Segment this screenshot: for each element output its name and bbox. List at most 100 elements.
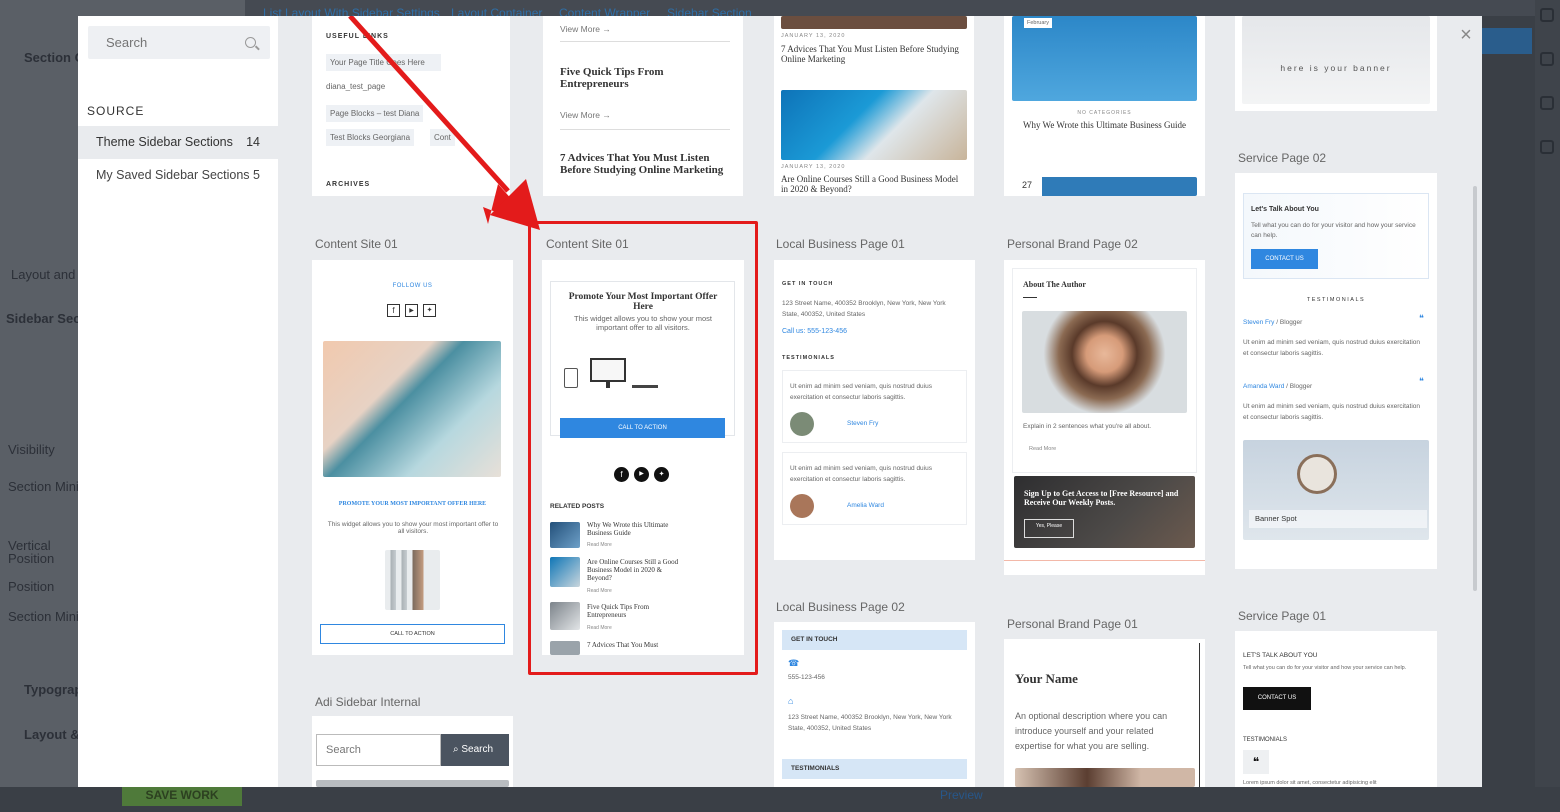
source-item-count: 5 <box>253 168 260 182</box>
sidebar-template-modal: SOURCE Theme Sidebar Sections 14 My Save… <box>78 16 1482 787</box>
post-title: 7 Advices That You Must Listen Before St… <box>781 44 959 64</box>
clock-icon <box>1297 454 1337 494</box>
your-name-heading: Your Name <box>1015 671 1078 686</box>
search-icon: ⌕ <box>453 744 459 755</box>
brush-icon <box>1540 96 1554 110</box>
source-my-saved-sidebar-sections[interactable]: My Saved Sidebar Sections 5 <box>78 159 278 192</box>
testimonial-role: / Blogger <box>1286 383 1313 390</box>
template-card-top-4[interactable]: February NO CATEGORIES Why We Wrote this… <box>1004 16 1205 196</box>
category-tag: NO CATEGORIES <box>1077 110 1132 116</box>
testimonial-name: Steven Fry <box>1243 319 1275 326</box>
template-card-personal-brand-01[interactable]: Your Name An optional description where … <box>1004 639 1205 787</box>
search-icon[interactable] <box>245 37 256 48</box>
yes-please-button: Yes, Please <box>1024 519 1074 538</box>
post-title: Five Quick Tips From Entrepreneurs <box>560 66 664 90</box>
call-us-link: Call us: 555-123-456 <box>782 328 847 335</box>
testimonial-role: / Blogger <box>1276 319 1303 326</box>
testimonial-name: Amelia Ward <box>847 502 884 509</box>
testimonial-quote: Lorem ipsum dolor sit amet, consectetur … <box>1243 780 1377 786</box>
read-more-link: Read More <box>1029 446 1057 452</box>
bg-section-min2: Section Mini <box>8 609 79 624</box>
facebook-icon: f <box>387 304 400 317</box>
signup-text: Sign Up to Get Access to [Free Resource]… <box>1024 489 1179 507</box>
template-card-content-site-01-a[interactable]: FOLLOW US f ▶ ✦ PROMOTE YOUR MOST IMPORT… <box>312 260 513 655</box>
phone-icon: ☎ <box>788 658 800 668</box>
close-icon[interactable]: × <box>1457 25 1475 45</box>
promo-desc: This widget allows you to show your most… <box>327 521 499 535</box>
post-title: Are Online Courses Still a Good Business… <box>781 174 959 194</box>
phone-image <box>323 341 501 477</box>
post-title: 7 Advices That You Must Listen Before St… <box>560 152 724 176</box>
post-date: JANUARY 13, 2020 <box>781 33 846 39</box>
bg-layout2: Layout & <box>24 727 80 742</box>
card-label: Service Page 02 <box>1238 151 1327 165</box>
about-author-heading: About The Author <box>1023 280 1086 289</box>
editor-breadcrumb: List Layout With Sidebar Settings Layout… <box>245 0 1535 20</box>
link-tag: Your Page Title Goes Here <box>326 54 441 71</box>
card-label: Content Site 01 <box>315 237 398 251</box>
template-card-local-business-01[interactable]: GET IN TOUCH 123 Street Name, 400352 Bro… <box>774 260 975 560</box>
link-tag: Test Blocks Georgiana <box>326 129 415 146</box>
banner-spot-label: Banner Spot <box>1249 510 1427 528</box>
adi-search-button: ⌕ Search <box>441 734 509 766</box>
talk-heading: LET'S TALK ABOUT YOU <box>1243 652 1318 659</box>
card-label: Personal Brand Page 02 <box>1007 237 1138 251</box>
testimonial-quote: Ut enim ad minim sed veniam, quis nostru… <box>790 383 932 401</box>
scrollbar[interactable] <box>1473 186 1477 591</box>
quote-icon: ❝ <box>1243 750 1269 774</box>
testimonial-quote: Ut enim ad minim sed veniam, quis nostru… <box>1243 339 1421 357</box>
testimonials-heading: TESTIMONIALS <box>782 355 835 361</box>
quote-icon: ❝ <box>1419 376 1424 386</box>
laptop-image <box>781 90 967 160</box>
template-card-top-3[interactable]: JANUARY 13, 2020 7 Advices That You Must… <box>774 16 974 196</box>
testimonials-heading: TESTIMONIALS <box>1243 737 1288 743</box>
card-label: Local Business Page 01 <box>776 237 905 251</box>
source-theme-sidebar-sections[interactable]: Theme Sidebar Sections 14 <box>78 126 278 159</box>
save-work-button: SAVE WORK <box>122 784 242 806</box>
source-label: SOURCE <box>87 104 145 118</box>
home-icon: ⌂ <box>788 696 794 706</box>
card-label: Local Business Page 02 <box>776 600 905 614</box>
template-card-service-01[interactable]: LET'S TALK ABOUT YOU Tell what you can d… <box>1235 631 1437 787</box>
testimonials-heading: TESTIMONIALS <box>1306 297 1366 303</box>
phone-text: 555-123-456 <box>788 674 825 681</box>
template-card-personal-brand-02[interactable]: About The Author Explain in 2 sentences … <box>1004 260 1205 575</box>
bg-position: Position <box>8 551 55 566</box>
post-title: Why We Wrote this Ultimate Business Guid… <box>1022 120 1187 130</box>
contact-us-button: CONTACT US <box>1251 249 1318 269</box>
template-card-top-2[interactable]: View More → Five Quick Tips From Entrepr… <box>543 16 743 196</box>
youtube-icon: ▶ <box>405 304 418 317</box>
bg-visibility: Visibility <box>8 442 55 457</box>
avatar <box>790 412 814 436</box>
portrait-image <box>1015 768 1195 787</box>
testimonial-author: Steven Fry / Blogger <box>1243 319 1302 326</box>
template-card-top-1[interactable]: USEFUL LINKS Your Page Title Goes Here d… <box>312 16 510 196</box>
template-card-top-5[interactable]: here is your banner <box>1235 16 1437 111</box>
dashboard-image <box>1012 16 1197 101</box>
plus-icon <box>1540 52 1554 66</box>
testimonial-author: Amanda Ward / Blogger <box>1243 383 1312 390</box>
sync-icon <box>1540 140 1554 154</box>
bg-section-min: Section Mini <box>8 479 79 494</box>
promo-heading: PROMOTE YOUR MOST IMPORTANT OFFER HERE <box>338 501 487 507</box>
template-card-local-business-02[interactable]: GET IN TOUCH ☎ 555-123-456 ⌂ 123 Street … <box>774 622 975 787</box>
talk-heading: Let's Talk About You <box>1251 206 1319 213</box>
search-field[interactable] <box>88 26 270 59</box>
adi-search-input: Search <box>316 734 441 766</box>
personal-desc: An optional description where you can in… <box>1015 711 1168 751</box>
card-label: Service Page 01 <box>1238 609 1327 623</box>
cta-button: CALL TO ACTION <box>320 624 505 644</box>
archives-heading: ARCHIVES <box>326 181 371 188</box>
banner-image <box>1242 16 1430 104</box>
talk-desc: Tell what you can do for your visitor an… <box>1243 665 1407 671</box>
link-tag: diana_test_page <box>326 82 386 91</box>
view-more-link: View More → <box>560 24 611 34</box>
editor-right-toolbar <box>1535 0 1560 812</box>
search-input[interactable] <box>88 26 238 59</box>
template-card-service-02[interactable]: Let's Talk About You Tell what you can d… <box>1235 173 1437 569</box>
bg-sidebar-text: Sidebar Sec <box>6 311 81 326</box>
author-desc: Explain in 2 sentences what you're all a… <box>1023 423 1152 430</box>
get-in-touch-banner: GET IN TOUCH <box>782 630 967 650</box>
preview-link: Preview <box>940 788 983 802</box>
template-card-adi-sidebar[interactable]: Search ⌕ Search <box>312 716 513 787</box>
